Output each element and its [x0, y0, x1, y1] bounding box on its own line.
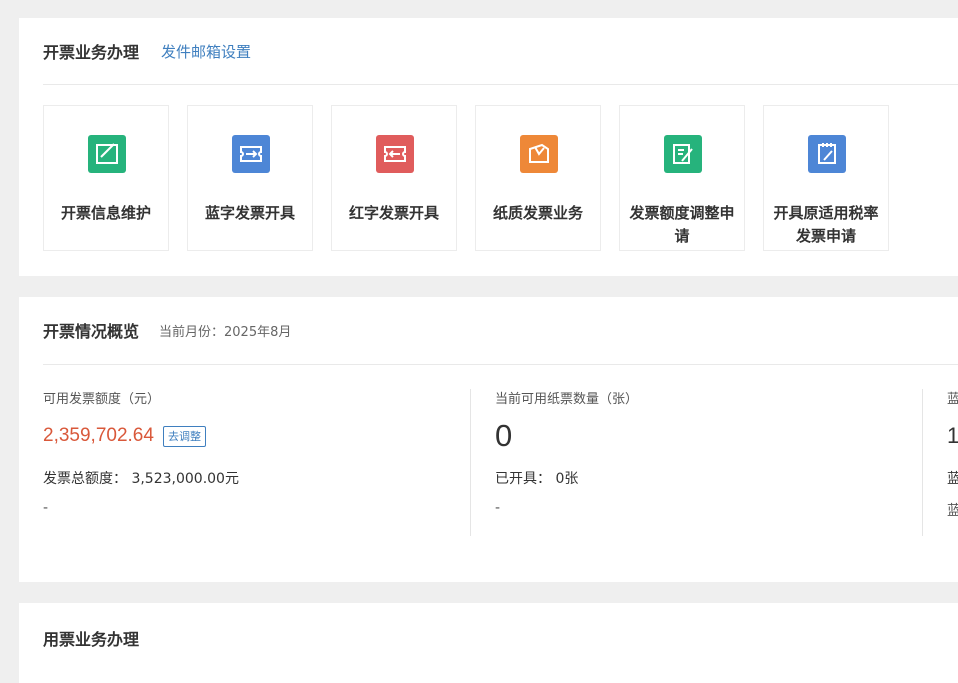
tile-label: 纸质发票业务 [492, 204, 583, 222]
tile-quota-adjust-apply[interactable]: 发票额度调整申请 [619, 105, 745, 251]
metric-paper-invoice-count: 当前可用纸票数量（张） 0 已开具： 0张 - [495, 388, 638, 516]
metric-available-quota: 可用发票额度（元） 2,359,702.64 去调整 发票总额度： 3,523,… [43, 388, 239, 516]
total-quota-text: 发票总额度： 3,523,000.00元 [43, 471, 239, 487]
header-divider [43, 364, 958, 365]
invoice-business-card: 开票业务办理 发件邮箱设置 开票信息维护 蓝字发票开具 红字发票开具 纸质发票业… [19, 18, 958, 276]
ticket-usage-title: 用票业务办理 [43, 630, 140, 649]
header-divider [43, 84, 958, 85]
metric-third-value: 1 [947, 423, 958, 448]
tile-original-tax-rate-apply[interactable]: 开具原适用税率发票申请 [763, 105, 889, 251]
metric-label: 可用发票额度（元） [43, 392, 161, 407]
tile-blue-invoice-issue[interactable]: 蓝字发票开具 [187, 105, 313, 251]
metric-divider [922, 389, 923, 536]
metric-divider [470, 389, 471, 536]
current-month-label: 当前月份：2025年8月 [159, 324, 292, 340]
metric-value-row: 1 [947, 419, 958, 453]
metric-label: 蓝 [947, 392, 958, 407]
metric-third-partial: 蓝 1 蓝 蓝 [947, 388, 958, 520]
tile-label: 发票额度调整申请 [629, 204, 735, 245]
invoice-overview-card: 开票情况概览 当前月份：2025年8月 可用发票额度（元） 2,359,702.… [19, 297, 958, 582]
tile-label: 开票信息维护 [60, 204, 151, 222]
issued-count-text: 已开具： 0张 [495, 471, 579, 487]
tile-paper-invoice-business[interactable]: 纸质发票业务 [475, 105, 601, 251]
ticket-usage-card: 用票业务办理 [19, 603, 958, 683]
metric-dash: - [43, 500, 49, 516]
ticket-usage-header: 用票业务办理 [43, 603, 958, 673]
available-quota-value: 2,359,702.64 [43, 425, 154, 446]
sender-email-settings-link[interactable]: 发件邮箱设置 [161, 41, 251, 62]
invoice-business-title: 开票业务办理 [43, 43, 140, 62]
metric-label: 当前可用纸票数量（张） [495, 392, 639, 407]
quota-adjust-icon [664, 135, 702, 173]
edit-check-icon [88, 135, 126, 173]
tile-label: 红字发票开具 [348, 204, 439, 222]
paper-invoice-icon [520, 135, 558, 173]
tile-invoice-info-maintenance[interactable]: 开票信息维护 [43, 105, 169, 251]
metric-third-dash: 蓝 [947, 503, 958, 519]
go-adjust-button[interactable]: 去调整 [162, 425, 206, 447]
clipboard-edit-icon [808, 135, 846, 173]
ticket-arrow-left-icon [376, 135, 414, 173]
ticket-arrow-right-icon [232, 135, 270, 173]
invoice-overview-title: 开票情况概览 [43, 322, 140, 341]
tile-label: 开具原适用税率发票申请 [773, 204, 879, 245]
metric-value-row: 2,359,702.64 去调整 [43, 419, 239, 453]
metric-value-row: 0 [495, 418, 638, 453]
metric-third-sub: 蓝 [947, 471, 958, 487]
tile-red-invoice-issue[interactable]: 红字发票开具 [331, 105, 457, 251]
tile-label: 蓝字发票开具 [204, 204, 295, 222]
metric-dash: - [495, 500, 501, 516]
paper-invoice-count-value: 0 [495, 418, 513, 453]
invoice-business-header: 开票业务办理 发件邮箱设置 [43, 18, 958, 84]
invoice-overview-header: 开票情况概览 当前月份：2025年8月 [43, 297, 958, 363]
